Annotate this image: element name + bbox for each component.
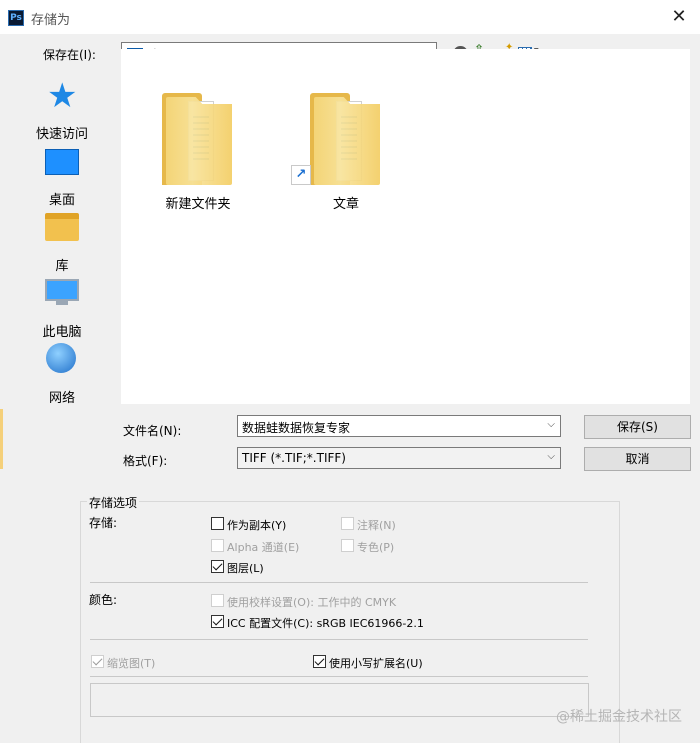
place-label: 库 [55,259,69,274]
save-in-label: 保存在(I): [43,48,96,62]
warning-message-area [90,683,589,717]
chevron-down-icon: ⌵ [547,451,555,462]
format-label: 格式(F): [123,454,168,468]
filename-value: 数据蛙数据恢复专家 [242,421,351,435]
thumbnail-checkbox [91,655,104,668]
place-label: 桌面 [48,193,75,208]
place-label: 网络 [48,391,75,406]
library-icon [45,213,79,241]
as-copy-label: 作为副本(Y) [227,519,287,532]
notes-label: 注释(N) [357,519,396,532]
format-value: TIFF (*.TIF;*.TIFF) [242,451,346,465]
place-quick-access[interactable]: ★ 快速访问 [12,76,112,142]
place-this-pc[interactable]: 此电脑 [12,275,112,340]
folder-icon [162,93,232,185]
file-name: 新建文件夹 [165,197,231,212]
file-item-new-folder[interactable]: 新建文件夹 [143,85,253,212]
thumbnail-label: 缩览图(T) [107,657,156,670]
icc-profile-checkbox[interactable] [211,615,224,628]
icc-profile-label: ICC 配置文件(C): sRGB IEC61966-2.1 [227,617,424,630]
spot-colors-checkbox [341,539,354,552]
file-name: 文章 [332,197,359,212]
place-label: 快速访问 [35,127,88,142]
save-row-label: 存储: [89,516,118,530]
alpha-channels-checkbox [211,539,224,552]
computer-icon [45,279,79,301]
window-title: 存储为 [31,13,71,28]
as-copy-checkbox[interactable] [211,517,224,530]
color-row-label: 颜色: [89,593,118,607]
lowercase-extension-checkbox[interactable] [313,655,326,668]
shortcut-arrow-icon: ↗ [291,165,311,185]
computer-stand [56,301,68,305]
background-strip [0,409,3,469]
divider [90,676,588,677]
divider [90,582,588,583]
watermark-text: @稀土掘金技术社区 [556,709,682,725]
save-button[interactable]: 保存(S) [584,415,691,439]
folder-shortcut-icon [310,93,380,185]
network-icon [46,343,76,373]
desktop-icon [45,149,79,175]
save-as-dialog: 保存在(I): 桌面 ⌵ ◂ ⇧ ✦ ▾ ★ 快速访问 桌面 库 此电脑 [0,34,700,743]
title-bar: Ps 存储为 ✕ [0,0,700,34]
file-list[interactable]: 新建文件夹 ↗ 文章 [121,49,690,404]
cancel-button[interactable]: 取消 [584,447,691,471]
filename-input[interactable]: 数据蛙数据恢复专家 ⌵ [237,415,561,437]
file-item-articles[interactable]: ↗ 文章 [291,85,401,212]
notes-checkbox [341,517,354,530]
format-select[interactable]: TIFF (*.TIF;*.TIFF) ⌵ [237,447,561,469]
quick-access-star-icon: ★ [47,76,78,116]
place-desktop[interactable]: 桌面 [12,143,112,208]
save-options-title: 存储选项 [87,494,140,511]
chevron-down-icon[interactable]: ⌵ [547,419,555,430]
place-label: 此电脑 [42,325,82,340]
layers-checkbox[interactable] [211,560,224,573]
close-button[interactable]: ✕ [666,4,692,30]
photoshop-app-icon: Ps [8,10,24,26]
proof-setup-label: 使用校样设置(O): 工作中的 CMYK [227,596,397,609]
divider [90,639,588,640]
proof-setup-checkbox [211,594,224,607]
spot-colors-label: 专色(P) [357,541,395,554]
layers-label: 图层(L) [227,562,264,575]
lowercase-extension-label: 使用小写扩展名(U) [329,657,423,670]
places-sidebar: ★ 快速访问 桌面 库 此电脑 网络 [12,69,112,439]
place-network[interactable]: 网络 [12,341,112,406]
alpha-channels-label: Alpha 通道(E) [227,541,300,554]
filename-label: 文件名(N): [123,424,182,438]
place-libraries[interactable]: 库 [12,209,112,274]
